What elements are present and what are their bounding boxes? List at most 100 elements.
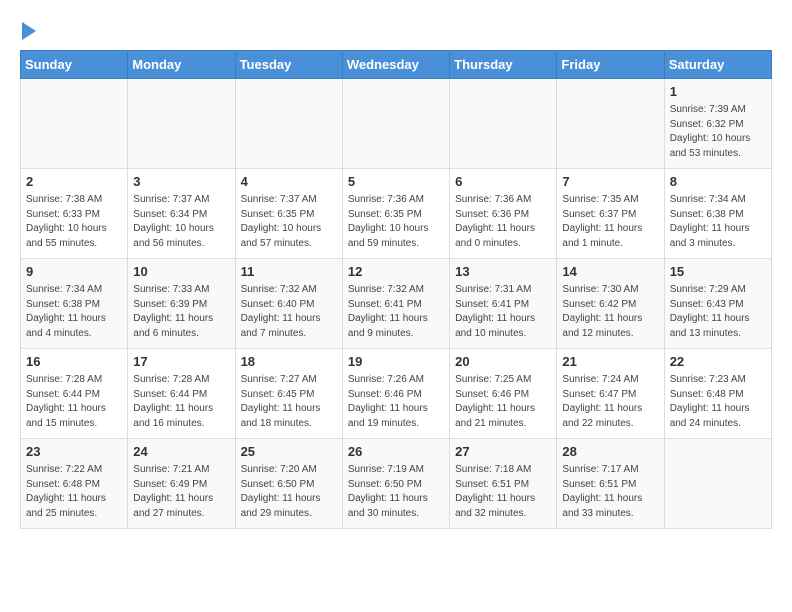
calendar-cell xyxy=(235,79,342,169)
day-number: 15 xyxy=(670,263,766,281)
day-info: Sunrise: 7:32 AM Sunset: 6:40 PM Dayligh… xyxy=(241,283,337,341)
day-info: Sunrise: 7:27 AM Sunset: 6:45 PM Dayligh… xyxy=(241,373,337,431)
calendar-cell: 15 Sunrise: 7:29 AM Sunset: 6:43 PM Dayli… xyxy=(664,259,771,349)
calendar-header-row: SundayMondayTuesdayWednesdayThursdayFrid… xyxy=(21,51,772,79)
day-number: 14 xyxy=(562,263,658,281)
header-saturday: Saturday xyxy=(664,51,771,79)
day-number: 26 xyxy=(348,443,444,461)
calendar-cell: 13Sunrise: 7:31 AM Sunset: 6:41 PM Dayli… xyxy=(450,259,557,349)
calendar-cell: 5 Sunrise: 7:36 AM Sunset: 6:35 PM Daylig… xyxy=(342,169,449,259)
day-number: 18 xyxy=(241,353,337,371)
calendar-week-row: 16 Sunrise: 7:28 AM Sunset: 6:44 PM Dayli… xyxy=(21,349,772,439)
calendar-cell: 22 Sunrise: 7:23 AM Sunset: 6:48 PM Dayli… xyxy=(664,349,771,439)
day-info: Sunrise: 7:34 AM Sunset: 6:38 PM Dayligh… xyxy=(670,193,766,251)
calendar-cell xyxy=(664,439,771,529)
calendar-cell: 26 Sunrise: 7:19 AM Sunset: 6:50 PM Dayli… xyxy=(342,439,449,529)
day-number: 16 xyxy=(26,353,122,371)
calendar-cell: 12 Sunrise: 7:32 AM Sunset: 6:41 PM Dayli… xyxy=(342,259,449,349)
calendar-cell: 20Sunrise: 7:25 AM Sunset: 6:46 PM Dayli… xyxy=(450,349,557,439)
day-info: Sunrise: 7:37 AM Sunset: 6:34 PM Dayligh… xyxy=(133,193,229,251)
day-info: Sunrise: 7:35 AM Sunset: 6:37 PM Dayligh… xyxy=(562,193,658,251)
calendar-cell: 3 Sunrise: 7:37 AM Sunset: 6:34 PM Daylig… xyxy=(128,169,235,259)
calendar-cell xyxy=(21,79,128,169)
calendar-table: SundayMondayTuesdayWednesdayThursdayFrid… xyxy=(20,50,772,529)
calendar-cell: 18 Sunrise: 7:27 AM Sunset: 6:45 PM Dayli… xyxy=(235,349,342,439)
day-info: Sunrise: 7:21 AM Sunset: 6:49 PM Dayligh… xyxy=(133,463,229,521)
day-number: 28 xyxy=(562,443,658,461)
calendar-cell xyxy=(342,79,449,169)
header-monday: Monday xyxy=(128,51,235,79)
calendar-cell: 10 Sunrise: 7:33 AM Sunset: 6:39 PM Dayli… xyxy=(128,259,235,349)
day-info: Sunrise: 7:24 AM Sunset: 6:47 PM Dayligh… xyxy=(562,373,658,431)
day-number: 8 xyxy=(670,173,766,191)
day-number: 1 xyxy=(670,83,766,101)
calendar-cell: 17 Sunrise: 7:28 AM Sunset: 6:44 PM Dayli… xyxy=(128,349,235,439)
day-info: Sunrise: 7:32 AM Sunset: 6:41 PM Dayligh… xyxy=(348,283,444,341)
calendar-cell xyxy=(450,79,557,169)
day-info: Sunrise: 7:38 AM Sunset: 6:33 PM Dayligh… xyxy=(26,193,122,251)
page-header xyxy=(20,20,772,40)
calendar-cell xyxy=(557,79,664,169)
day-number: 23 xyxy=(26,443,122,461)
header-thursday: Thursday xyxy=(450,51,557,79)
calendar-cell: 1 Sunrise: 7:39 AM Sunset: 6:32 PM Daylig… xyxy=(664,79,771,169)
day-number: 12 xyxy=(348,263,444,281)
day-number: 2 xyxy=(26,173,122,191)
day-number: 24 xyxy=(133,443,229,461)
day-info: Sunrise: 7:23 AM Sunset: 6:48 PM Dayligh… xyxy=(670,373,766,431)
day-info: Sunrise: 7:37 AM Sunset: 6:35 PM Dayligh… xyxy=(241,193,337,251)
day-info: Sunrise: 7:28 AM Sunset: 6:44 PM Dayligh… xyxy=(26,373,122,431)
calendar-cell: 11 Sunrise: 7:32 AM Sunset: 6:40 PM Dayli… xyxy=(235,259,342,349)
day-info: Sunrise: 7:36 AM Sunset: 6:35 PM Dayligh… xyxy=(348,193,444,251)
day-info: Sunrise: 7:29 AM Sunset: 6:43 PM Dayligh… xyxy=(670,283,766,341)
day-info: Sunrise: 7:33 AM Sunset: 6:39 PM Dayligh… xyxy=(133,283,229,341)
header-wednesday: Wednesday xyxy=(342,51,449,79)
day-number: 6 xyxy=(455,173,551,191)
day-number: 9 xyxy=(26,263,122,281)
calendar-cell: 8 Sunrise: 7:34 AM Sunset: 6:38 PM Daylig… xyxy=(664,169,771,259)
calendar-week-row: 1 Sunrise: 7:39 AM Sunset: 6:32 PM Daylig… xyxy=(21,79,772,169)
header-friday: Friday xyxy=(557,51,664,79)
day-number: 13 xyxy=(455,263,551,281)
calendar-cell: 28 Sunrise: 7:17 AM Sunset: 6:51 PM Dayli… xyxy=(557,439,664,529)
calendar-cell: 9 Sunrise: 7:34 AM Sunset: 6:38 PM Daylig… xyxy=(21,259,128,349)
day-info: Sunrise: 7:19 AM Sunset: 6:50 PM Dayligh… xyxy=(348,463,444,521)
calendar-cell: 6Sunrise: 7:36 AM Sunset: 6:36 PM Daylig… xyxy=(450,169,557,259)
calendar-cell: 25 Sunrise: 7:20 AM Sunset: 6:50 PM Dayli… xyxy=(235,439,342,529)
calendar-cell: 27 Sunrise: 7:18 AM Sunset: 6:51 PM Dayli… xyxy=(450,439,557,529)
header-sunday: Sunday xyxy=(21,51,128,79)
calendar-cell: 2 Sunrise: 7:38 AM Sunset: 6:33 PM Daylig… xyxy=(21,169,128,259)
day-info: Sunrise: 7:34 AM Sunset: 6:38 PM Dayligh… xyxy=(26,283,122,341)
day-number: 10 xyxy=(133,263,229,281)
day-info: Sunrise: 7:17 AM Sunset: 6:51 PM Dayligh… xyxy=(562,463,658,521)
day-number: 21 xyxy=(562,353,658,371)
day-info: Sunrise: 7:30 AM Sunset: 6:42 PM Dayligh… xyxy=(562,283,658,341)
day-number: 5 xyxy=(348,173,444,191)
day-number: 3 xyxy=(133,173,229,191)
logo-arrow-icon xyxy=(22,22,36,40)
day-number: 7 xyxy=(562,173,658,191)
day-number: 17 xyxy=(133,353,229,371)
calendar-cell: 14 Sunrise: 7:30 AM Sunset: 6:42 PM Dayli… xyxy=(557,259,664,349)
calendar-cell: 21 Sunrise: 7:24 AM Sunset: 6:47 PM Dayli… xyxy=(557,349,664,439)
header-tuesday: Tuesday xyxy=(235,51,342,79)
calendar-week-row: 23 Sunrise: 7:22 AM Sunset: 6:48 PM Dayli… xyxy=(21,439,772,529)
day-info: Sunrise: 7:18 AM Sunset: 6:51 PM Dayligh… xyxy=(455,463,551,521)
day-number: 4 xyxy=(241,173,337,191)
day-info: Sunrise: 7:25 AM Sunset: 6:46 PM Dayligh… xyxy=(455,373,551,431)
calendar-week-row: 2 Sunrise: 7:38 AM Sunset: 6:33 PM Daylig… xyxy=(21,169,772,259)
calendar-week-row: 9 Sunrise: 7:34 AM Sunset: 6:38 PM Daylig… xyxy=(21,259,772,349)
day-number: 22 xyxy=(670,353,766,371)
day-number: 27 xyxy=(455,443,551,461)
day-info: Sunrise: 7:26 AM Sunset: 6:46 PM Dayligh… xyxy=(348,373,444,431)
day-info: Sunrise: 7:28 AM Sunset: 6:44 PM Dayligh… xyxy=(133,373,229,431)
day-number: 11 xyxy=(241,263,337,281)
day-info: Sunrise: 7:39 AM Sunset: 6:32 PM Dayligh… xyxy=(670,103,766,161)
calendar-cell: 4 Sunrise: 7:37 AM Sunset: 6:35 PM Daylig… xyxy=(235,169,342,259)
day-info: Sunrise: 7:22 AM Sunset: 6:48 PM Dayligh… xyxy=(26,463,122,521)
calendar-cell: 24 Sunrise: 7:21 AM Sunset: 6:49 PM Dayli… xyxy=(128,439,235,529)
calendar-cell: 7 Sunrise: 7:35 AM Sunset: 6:37 PM Daylig… xyxy=(557,169,664,259)
calendar-cell: 19Sunrise: 7:26 AM Sunset: 6:46 PM Dayli… xyxy=(342,349,449,439)
day-info: Sunrise: 7:20 AM Sunset: 6:50 PM Dayligh… xyxy=(241,463,337,521)
day-number: 25 xyxy=(241,443,337,461)
